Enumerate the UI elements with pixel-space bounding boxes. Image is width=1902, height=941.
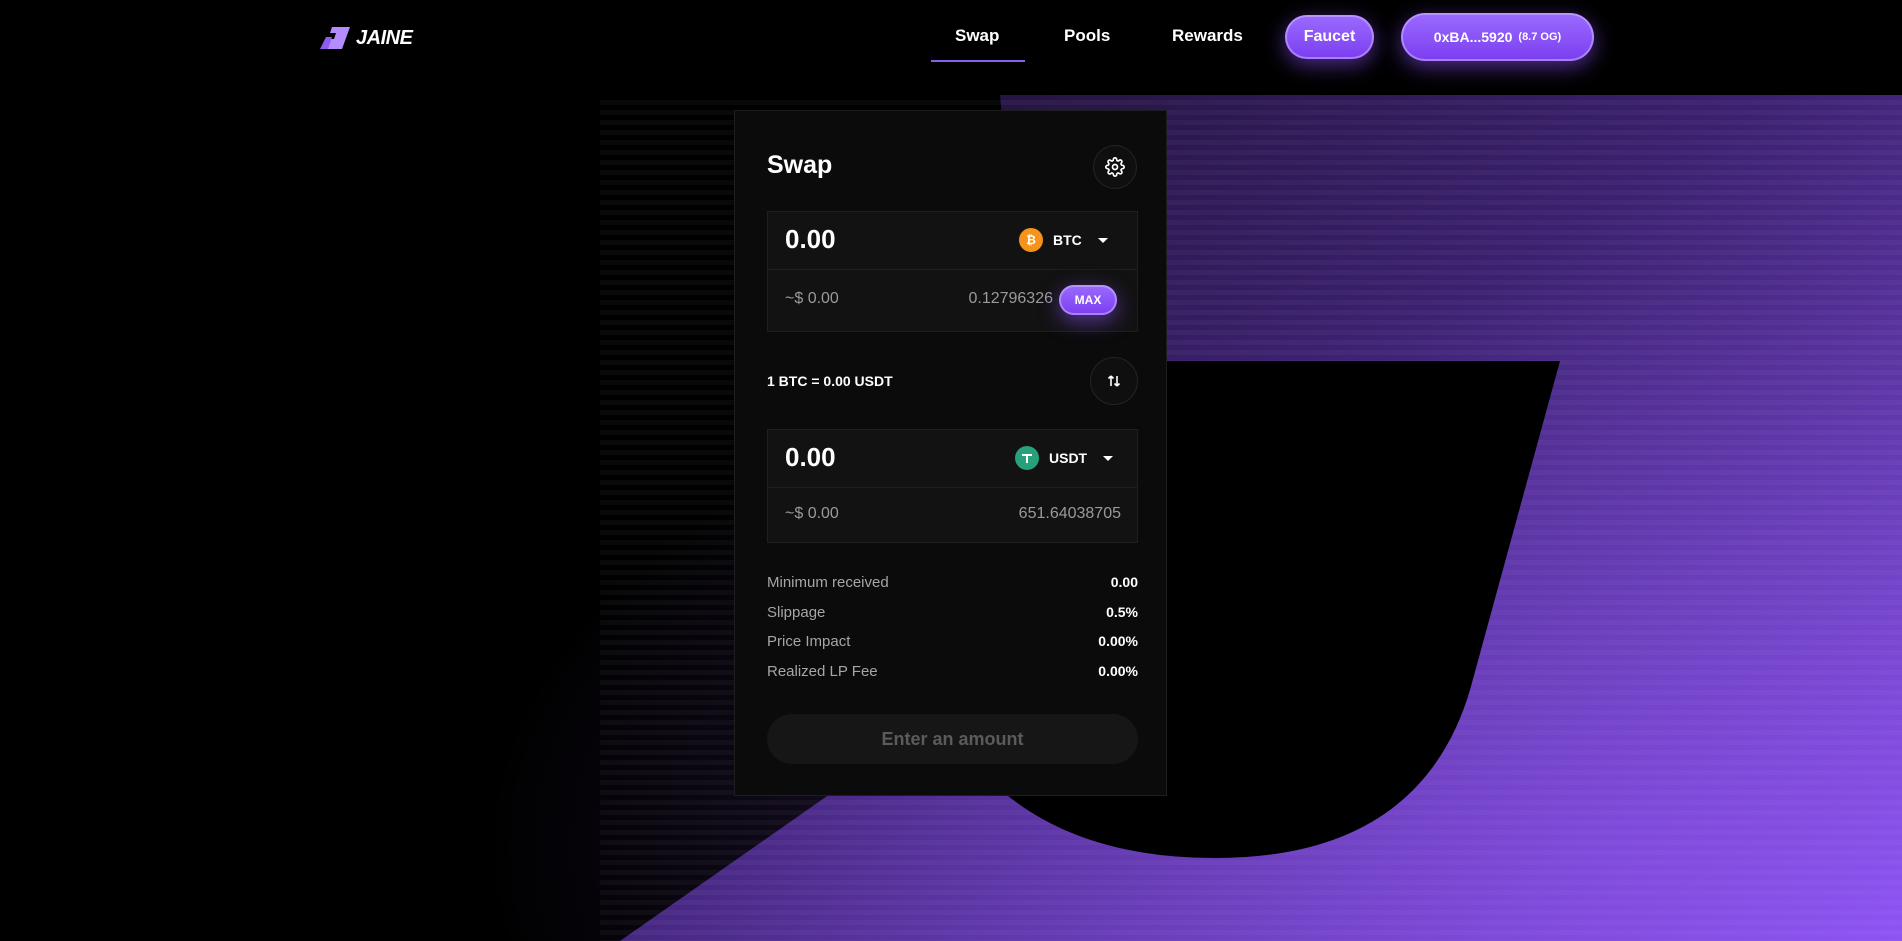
wallet-balance: (8.7 OG) xyxy=(1518,31,1562,43)
from-token-select[interactable]: ₿ BTC xyxy=(1019,228,1108,252)
jaine-logo-icon xyxy=(320,27,350,49)
to-amount-input[interactable]: 0.00 xyxy=(785,442,836,473)
gear-icon xyxy=(1105,157,1125,177)
top-nav: JAINE Swap Pools Rewards Faucet 0xBA...5… xyxy=(0,0,1902,90)
to-usd-value: ~$ 0.00 xyxy=(785,505,839,522)
from-balance: 0.12796326 xyxy=(968,290,1053,307)
max-button[interactable]: MAX xyxy=(1059,285,1117,315)
detail-label: Minimum received xyxy=(767,574,889,591)
chevron-down-icon xyxy=(1097,237,1108,243)
swap-arrows-icon xyxy=(1107,375,1121,387)
swap-card: Swap 0.00 ₿ BTC ~$ 0.00 0.12796326 MAX 1… xyxy=(734,110,1167,796)
swap-page: JAINE Swap Pools Rewards Faucet 0xBA...5… xyxy=(0,0,1902,941)
from-usd-value: ~$ 0.00 xyxy=(785,290,839,307)
flip-tokens-button[interactable] xyxy=(1090,357,1138,405)
nav-active-indicator xyxy=(931,60,1025,62)
submit-swap-button[interactable]: Enter an amount xyxy=(767,714,1138,764)
nav-rewards[interactable]: Rewards xyxy=(1172,26,1243,46)
faucet-button[interactable]: Faucet xyxy=(1285,15,1374,59)
detail-label: Realized LP Fee xyxy=(767,663,878,680)
detail-label: Price Impact xyxy=(767,633,851,650)
detail-value: 0.00% xyxy=(1098,663,1138,679)
detail-minimum-received: Minimum received 0.00 xyxy=(767,574,1138,594)
divider xyxy=(768,487,1137,488)
to-balance: 651.64038705 xyxy=(1018,505,1121,522)
detail-lp-fee: Realized LP Fee 0.00% xyxy=(767,663,1138,683)
settings-button[interactable] xyxy=(1093,145,1137,189)
brand-logo[interactable]: JAINE xyxy=(320,24,413,52)
divider xyxy=(768,269,1137,270)
detail-value: 0.00 xyxy=(1110,574,1138,590)
exchange-rate: 1 BTC = 0.00 USDT xyxy=(767,373,893,389)
from-token-symbol: BTC xyxy=(1053,232,1082,248)
to-token-select[interactable]: USDT xyxy=(1015,446,1114,470)
detail-slippage: Slippage 0.5% xyxy=(767,604,1138,624)
from-token-box: 0.00 ₿ BTC ~$ 0.00 0.12796326 MAX xyxy=(767,211,1138,332)
nav-pools[interactable]: Pools xyxy=(1064,26,1110,46)
bitcoin-icon: ₿ xyxy=(1019,228,1043,252)
from-amount-input[interactable]: 0.00 xyxy=(785,224,836,255)
wallet-button[interactable]: 0xBA...5920 (8.7 OG) xyxy=(1401,13,1594,61)
tether-icon xyxy=(1015,446,1039,470)
chevron-down-icon xyxy=(1103,455,1114,461)
detail-price-impact: Price Impact 0.00% xyxy=(767,633,1138,653)
svg-text:₿: ₿ xyxy=(1026,233,1036,247)
wallet-address: 0xBA...5920 xyxy=(1433,29,1513,45)
brand-name: JAINE xyxy=(356,26,413,49)
swap-title: Swap xyxy=(767,151,833,179)
to-token-symbol: USDT xyxy=(1049,450,1088,466)
nav-swap[interactable]: Swap xyxy=(955,26,999,46)
detail-value: 0.5% xyxy=(1106,604,1138,620)
to-token-box: 0.00 USDT ~$ 0.00 651.64038705 xyxy=(767,429,1138,543)
detail-value: 0.00% xyxy=(1098,633,1138,649)
detail-label: Slippage xyxy=(767,604,826,621)
